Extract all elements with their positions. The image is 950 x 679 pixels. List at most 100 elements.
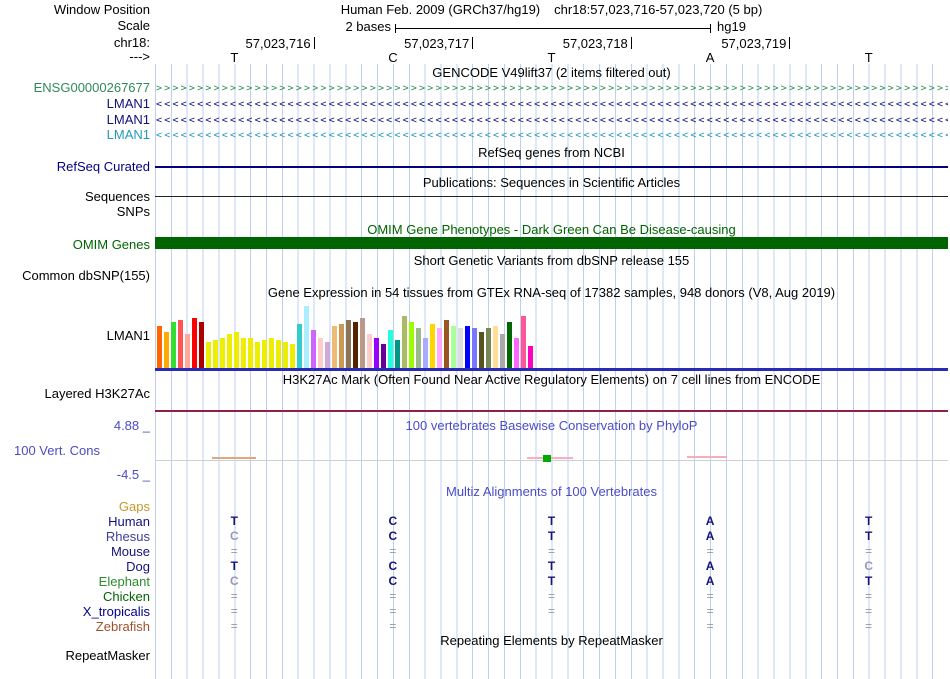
gtex-tissue-bar[interactable] bbox=[500, 334, 505, 368]
gtex-tissue-bar[interactable] bbox=[360, 318, 365, 368]
alignment-base: = bbox=[865, 544, 873, 558]
gtex-tissue-bar[interactable] bbox=[479, 332, 484, 368]
gtex-tissue-bar[interactable] bbox=[213, 340, 218, 368]
gtex-tissue-bar[interactable] bbox=[185, 334, 190, 368]
ruler-position-label: 57,023,716 bbox=[245, 36, 311, 51]
gtex-tissue-bar[interactable] bbox=[164, 332, 169, 368]
gtex-tissue-bar[interactable] bbox=[451, 326, 456, 368]
alignment-base: = bbox=[706, 604, 714, 618]
gene-label[interactable]: LMAN1 bbox=[0, 97, 150, 110]
conservation-baseline bbox=[155, 460, 948, 461]
gtex-tissue-bar[interactable] bbox=[192, 318, 197, 368]
gtex-tissue-bar[interactable] bbox=[472, 328, 477, 368]
h3k27ac-signal-line[interactable] bbox=[155, 410, 948, 412]
gtex-tissue-bar[interactable] bbox=[430, 324, 435, 368]
alignment-base: = bbox=[706, 619, 714, 633]
gtex-tissue-bar[interactable] bbox=[458, 328, 463, 368]
conservation-track-label[interactable]: 100 Vert. Cons bbox=[14, 443, 100, 458]
refseq-gene-line[interactable] bbox=[155, 166, 948, 168]
gtex-tissue-bar[interactable] bbox=[388, 330, 393, 368]
multiz-title: Multiz Alignments of 100 Vertebrates bbox=[445, 484, 657, 499]
gtex-tissue-bar[interactable] bbox=[444, 320, 449, 368]
h3k27ac-label[interactable]: Layered H3K27Ac bbox=[0, 387, 150, 400]
gtex-tissue-bar[interactable] bbox=[206, 342, 211, 368]
gtex-tissue-bar[interactable] bbox=[255, 342, 260, 368]
gtex-tissue-bar[interactable] bbox=[262, 340, 267, 368]
gene-label[interactable]: ENSG00000267677 bbox=[0, 81, 150, 94]
gtex-tissue-bar[interactable] bbox=[374, 338, 379, 368]
ruler-base: C bbox=[388, 50, 398, 65]
gtex-tissue-bar[interactable] bbox=[248, 338, 253, 368]
sequences-item-line[interactable] bbox=[155, 196, 948, 197]
gtex-tissue-bar[interactable] bbox=[157, 326, 162, 368]
gtex-tissue-bar[interactable] bbox=[220, 338, 225, 368]
gtex-tissue-bar[interactable] bbox=[521, 316, 526, 368]
gtex-tissue-bar[interactable] bbox=[311, 330, 316, 368]
gtex-tissue-bar[interactable] bbox=[528, 346, 533, 368]
sequences-label[interactable]: Sequences bbox=[0, 190, 150, 203]
gtex-gene-label[interactable]: LMAN1 bbox=[0, 329, 150, 342]
species-label[interactable]: Rhesus bbox=[0, 530, 150, 543]
gtex-tissue-bar[interactable] bbox=[381, 344, 386, 368]
species-label[interactable]: Elephant bbox=[0, 575, 150, 588]
gene-strand-arrows[interactable]: <<<<<<<<<<<<<<<<<<<<<<<<<<<<<<<<<<<<<<<<… bbox=[156, 128, 948, 143]
gtex-tissue-bar[interactable] bbox=[395, 340, 400, 368]
ruler-ticks[interactable]: 57,023,716 57,023,717 57,023,718 57,023,719 bbox=[155, 36, 948, 51]
gtex-tissue-bar[interactable] bbox=[318, 338, 323, 368]
gtex-tissue-bar[interactable] bbox=[178, 320, 183, 368]
gene-label[interactable]: LMAN1 bbox=[0, 113, 150, 126]
snps-label[interactable]: SNPs bbox=[0, 205, 150, 218]
alignment-base: C bbox=[388, 514, 398, 528]
gtex-tissue-bar[interactable] bbox=[199, 322, 204, 368]
species-label[interactable]: Chicken bbox=[0, 590, 150, 603]
gtex-tissue-bar[interactable] bbox=[332, 326, 337, 368]
gtex-tissue-bar[interactable] bbox=[297, 324, 302, 368]
species-label[interactable]: X_tropicalis bbox=[0, 605, 150, 618]
refseq-curated-label[interactable]: RefSeq Curated bbox=[0, 160, 150, 173]
conservation-mark bbox=[687, 456, 727, 458]
omim-genes-label[interactable]: OMIM Genes bbox=[0, 238, 150, 251]
omim-gene-bar[interactable] bbox=[155, 237, 948, 249]
gtex-tissue-bar[interactable] bbox=[353, 322, 358, 368]
gene-strand-arrows[interactable]: <<<<<<<<<<<<<<<<<<<<<<<<<<<<<<<<<<<<<<<<… bbox=[156, 97, 948, 112]
gtex-tissue-bar[interactable] bbox=[465, 326, 470, 368]
repeatmasker-label[interactable]: RepeatMasker bbox=[0, 649, 150, 662]
gtex-tissue-bar[interactable] bbox=[409, 322, 414, 368]
gtex-tissue-bar[interactable] bbox=[290, 344, 295, 368]
species-label[interactable]: Gaps bbox=[0, 500, 150, 513]
gtex-tissue-bar[interactable] bbox=[234, 332, 239, 368]
gtex-tissue-bar[interactable] bbox=[437, 328, 442, 368]
gtex-tissue-bar[interactable] bbox=[283, 342, 288, 368]
gtex-tissue-bar[interactable] bbox=[276, 340, 281, 368]
gtex-tissue-bar[interactable] bbox=[325, 342, 330, 368]
gtex-tissue-bar[interactable] bbox=[486, 328, 491, 368]
species-label[interactable]: Mouse bbox=[0, 545, 150, 558]
species-label[interactable]: Dog bbox=[0, 560, 150, 573]
gtex-tissue-bar[interactable] bbox=[514, 338, 519, 368]
gene-strand-arrows[interactable]: >>>>>>>>>>>>>>>>>>>>>>>>>>>>>>>>>>>>>>>>… bbox=[156, 81, 948, 96]
gtex-tissue-bar[interactable] bbox=[339, 324, 344, 368]
gtex-tissue-bar[interactable] bbox=[227, 334, 232, 368]
gene-label[interactable]: LMAN1 bbox=[0, 128, 150, 141]
dbsnp-label[interactable]: Common dbSNP(155) bbox=[0, 269, 150, 282]
gtex-tissue-bar[interactable] bbox=[241, 338, 246, 368]
ruler-base: T bbox=[864, 50, 873, 65]
alignment-base: A bbox=[705, 529, 715, 543]
gtex-tissue-bar[interactable] bbox=[346, 320, 351, 368]
species-label[interactable]: Human bbox=[0, 515, 150, 528]
gtex-tissue-bar[interactable] bbox=[423, 338, 428, 368]
gtex-tissue-bar[interactable] bbox=[367, 334, 372, 368]
gtex-tissue-bar[interactable] bbox=[171, 322, 176, 368]
gtex-tissue-bar[interactable] bbox=[304, 306, 309, 368]
ruler-tick bbox=[789, 37, 791, 49]
gtex-tissue-bar[interactable] bbox=[493, 326, 498, 368]
gtex-tissue-bar[interactable] bbox=[402, 316, 407, 368]
gtex-tissue-bar[interactable] bbox=[507, 322, 512, 368]
gtex-tissue-bar[interactable] bbox=[416, 328, 421, 368]
gene-strand-arrows[interactable]: <<<<<<<<<<<<<<<<<<<<<<<<<<<<<<<<<<<<<<<<… bbox=[156, 113, 948, 128]
species-label[interactable]: Zebrafish bbox=[0, 620, 150, 633]
gtex-tissue-bar[interactable] bbox=[269, 338, 274, 368]
alignment-base: = bbox=[230, 619, 238, 633]
alignment-base: T bbox=[547, 559, 556, 573]
alignment-base: T bbox=[547, 514, 556, 528]
